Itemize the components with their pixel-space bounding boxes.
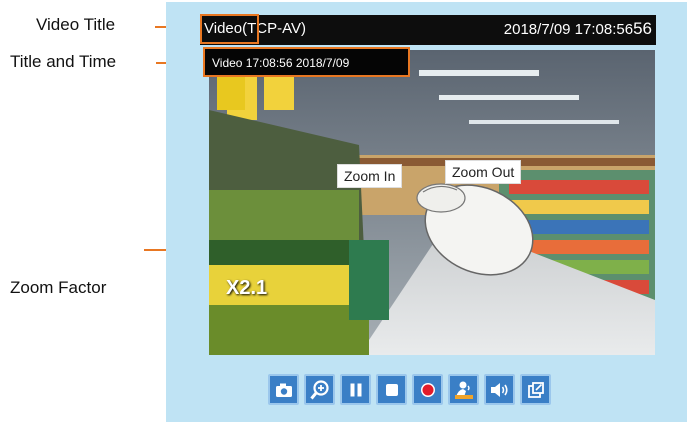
video-datetime: 2018/7/09 17:08:5656 — [504, 19, 652, 39]
record-icon — [420, 382, 435, 397]
video-title-highlight — [200, 14, 259, 44]
video-control-toolbar — [268, 374, 551, 405]
stop-icon — [385, 383, 398, 396]
digital-zoom-button[interactable] — [304, 374, 335, 405]
title-and-time-overlay: Video 17:08:56 2018/7/09 — [203, 47, 410, 77]
fullscreen-button[interactable] — [520, 374, 551, 405]
datetime-text: 2018/7/09 17:08:56 — [503, 21, 634, 38]
pause-button[interactable] — [340, 374, 371, 405]
video-stream[interactable]: Zoom In Zoom Out — [209, 50, 655, 355]
overlay-caption-text: Video 17:08:56 2018/7/09 — [212, 56, 350, 70]
stop-button[interactable] — [376, 374, 407, 405]
video-title-bar: Video(TCP-AV) 2018/7/09 17:08:5656 — [200, 15, 656, 45]
callout-title-and-time: Title and Time — [10, 52, 117, 71]
pause-icon — [350, 383, 361, 396]
callout-zoom-factor: Zoom Factor — [10, 278, 107, 297]
talk-icon — [454, 381, 473, 399]
talk-button[interactable] — [448, 374, 479, 405]
store-scene-image — [209, 50, 655, 355]
record-button[interactable] — [412, 374, 443, 405]
volume-button[interactable] — [484, 374, 515, 405]
fullscreen-icon — [527, 381, 544, 398]
snapshot-button[interactable] — [268, 374, 299, 405]
volume-icon — [490, 382, 508, 397]
camera-icon — [275, 383, 292, 397]
zoom-factor-indicator: X2.1 — [226, 277, 268, 299]
datetime-seconds: 56 — [633, 19, 652, 38]
zoom-in-label: Zoom In — [337, 164, 403, 188]
zoom-out-label: Zoom Out — [445, 160, 522, 184]
zoom-in-icon — [309, 379, 329, 399]
callout-video-title: Video Title — [36, 15, 116, 34]
